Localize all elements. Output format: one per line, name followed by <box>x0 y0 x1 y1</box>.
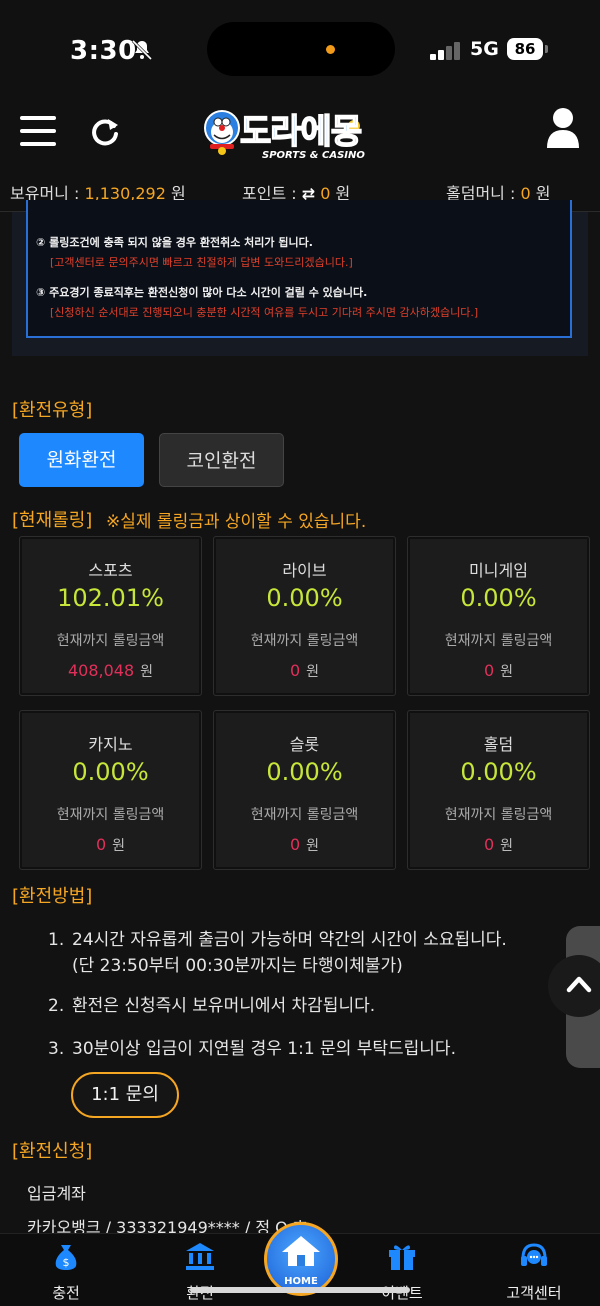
card-amount-unit: 원 <box>306 838 320 854</box>
card-amount-unit: 원 <box>500 838 514 854</box>
card-amount-value: 0 <box>95 835 107 854</box>
card-title: 미니게임 <box>469 561 528 580</box>
network-type: 5G <box>470 38 499 60</box>
rolling-card-sports: 스포츠 102.01% 현재까지 롤링금액 408,048 원 <box>19 536 202 696</box>
card-title: 홀덤 <box>483 735 514 754</box>
logo-text[interactable]: 도라에몽 <box>239 104 363 153</box>
notice-line: [고객센터로 문의주시면 빠르고 친절하게 답변 도와드리겠습니다.] <box>50 256 353 269</box>
apply-label: [환전신청] <box>12 1141 93 1162</box>
method-text: 30분이상 입금이 지연될 경우 1:1 문의 부탁드립니다. <box>72 1039 456 1059</box>
rolling-label: [현재롤링] <box>12 510 93 531</box>
money-bag-icon: $ <box>55 1245 77 1270</box>
card-amount: 0원 <box>408 835 589 855</box>
account-label: 입금계좌 <box>27 1184 86 1203</box>
rolling-card-holdem: 홀덤 0.00% 현재까지 롤링금액 0원 <box>407 710 590 870</box>
method-text: 환전은 신청즉시 보유머니에서 차감됩니다. <box>72 996 376 1016</box>
card-amount: 0원 <box>408 661 589 681</box>
method-num: 3. <box>48 1039 65 1059</box>
method-item: 1. 24시간 자유롭게 출금이 가능하며 약간의 시간이 소요됩니다. <box>48 925 507 950</box>
bank-icon <box>186 1243 214 1270</box>
menu-icon[interactable] <box>20 116 56 146</box>
home-indicator <box>190 1287 410 1293</box>
card-amount-unit: 원 <box>140 664 154 680</box>
notice-line: ③ 주요경기 종료직후는 환전신청이 많아 다소 시간이 걸릴 수 있습니다. <box>36 286 368 299</box>
card-percent: 102.01% <box>57 584 164 612</box>
card-percent: 0.00% <box>460 758 537 786</box>
nav-label: 고객센터 <box>506 1284 562 1302</box>
chevron-up-icon[interactable] <box>564 970 594 1000</box>
card-amount-unit: 원 <box>500 664 514 680</box>
headset-icon <box>521 1243 547 1266</box>
rolling-card-slot: 슬롯 0.00% 현재까지 롤링금액 0원 <box>213 710 396 870</box>
notice-line: [신청하신 순서대로 진행되오니 충분한 시간적 여유를 두시고 기다려 주시면… <box>50 306 479 319</box>
card-amount-label: 현재까지 롤링금액 <box>444 807 553 823</box>
bell-off-icon <box>131 39 153 61</box>
nav-deposit[interactable]: $ 충전 <box>26 1238 106 1302</box>
user-icon[interactable] <box>545 106 581 148</box>
card-amount-label: 현재까지 롤링금액 <box>444 633 553 649</box>
status-time: 3:30 <box>70 36 137 66</box>
card-amount-value: 0 <box>289 661 301 680</box>
card-percent: 0.00% <box>72 758 149 786</box>
card-title: 스포츠 <box>88 561 133 580</box>
battery-tip <box>545 45 548 53</box>
rolling-card-minigame: 미니게임 0.00% 현재까지 롤링금액 0원 <box>407 536 590 696</box>
method-item: 3. 30분이상 입금이 지연될 경우 1:1 문의 부탁드립니다. <box>48 1034 456 1059</box>
logo-subtitle: SPORTS & CASINO <box>262 150 365 161</box>
signal-icon <box>430 40 462 60</box>
card-percent: 0.00% <box>460 584 537 612</box>
card-amount-value: 0 <box>483 835 495 854</box>
gift-icon <box>389 1245 415 1270</box>
method-num: 2. <box>48 996 65 1016</box>
card-amount: 408,048 원 <box>20 661 201 681</box>
home-label[interactable]: HOME <box>264 1276 338 1287</box>
method-subtext: (단 23:50부터 00:30분까지는 타행이체불가) <box>72 956 403 976</box>
account-value: 카카오뱅크 / 333321949**** / 정 O 호 <box>27 1218 308 1233</box>
inquiry-button[interactable]: 1:1 문의 <box>71 1072 179 1118</box>
card-amount-label: 현재까지 롤링금액 <box>56 807 165 823</box>
svg-text:$: $ <box>63 1256 70 1269</box>
battery-level: 86 <box>507 38 543 60</box>
card-title: 슬롯 <box>289 735 320 754</box>
card-amount: 0원 <box>214 835 395 855</box>
method-item: 2. 환전은 신청즉시 보유머니에서 차감됩니다. <box>48 991 375 1016</box>
exchange-type-label: [환전유형] <box>12 400 93 421</box>
tab-coin-exchange[interactable]: 코인환전 <box>159 433 284 487</box>
rolling-card-live: 라이브 0.00% 현재까지 롤링금액 0원 <box>213 536 396 696</box>
home-icon[interactable] <box>280 1234 322 1268</box>
nav-support[interactable]: 고객센터 <box>494 1238 574 1302</box>
card-amount: 0원 <box>20 835 201 855</box>
rolling-note: ※실제 롤링금과 상이할 수 있습니다. <box>106 512 367 532</box>
card-amount-value: 408,048 <box>67 661 135 680</box>
card-amount-value: 0 <box>483 661 495 680</box>
method-text: 24시간 자유롭게 출금이 가능하며 약간의 시간이 소요됩니다. <box>72 930 507 950</box>
card-amount-label: 현재까지 롤링금액 <box>250 807 359 823</box>
card-amount-label: 현재까지 롤링금액 <box>250 633 359 649</box>
card-amount-unit: 원 <box>306 664 320 680</box>
notice-line: ② 롤링조건에 충족 되지 않을 경우 환전취소 처리가 됩니다. <box>36 236 313 249</box>
refresh-icon[interactable] <box>88 115 122 149</box>
card-percent: 0.00% <box>266 758 343 786</box>
method-label: [환전방법] <box>12 886 93 907</box>
nav-label: 충전 <box>52 1284 80 1302</box>
card-amount-label: 현재까지 롤링금액 <box>56 633 165 649</box>
card-title: 카지노 <box>88 735 133 754</box>
rolling-card-casino: 카지노 0.00% 현재까지 롤링금액 0원 <box>19 710 202 870</box>
card-percent: 0.00% <box>266 584 343 612</box>
method-num: 1. <box>48 930 65 950</box>
tab-krw-exchange[interactable]: 원화환전 <box>19 433 144 487</box>
dynamic-island <box>207 22 395 76</box>
card-amount-unit: 원 <box>112 838 126 854</box>
card-amount: 0원 <box>214 661 395 681</box>
card-amount-value: 0 <box>289 835 301 854</box>
card-title: 라이브 <box>282 561 327 580</box>
recording-indicator <box>326 45 335 54</box>
